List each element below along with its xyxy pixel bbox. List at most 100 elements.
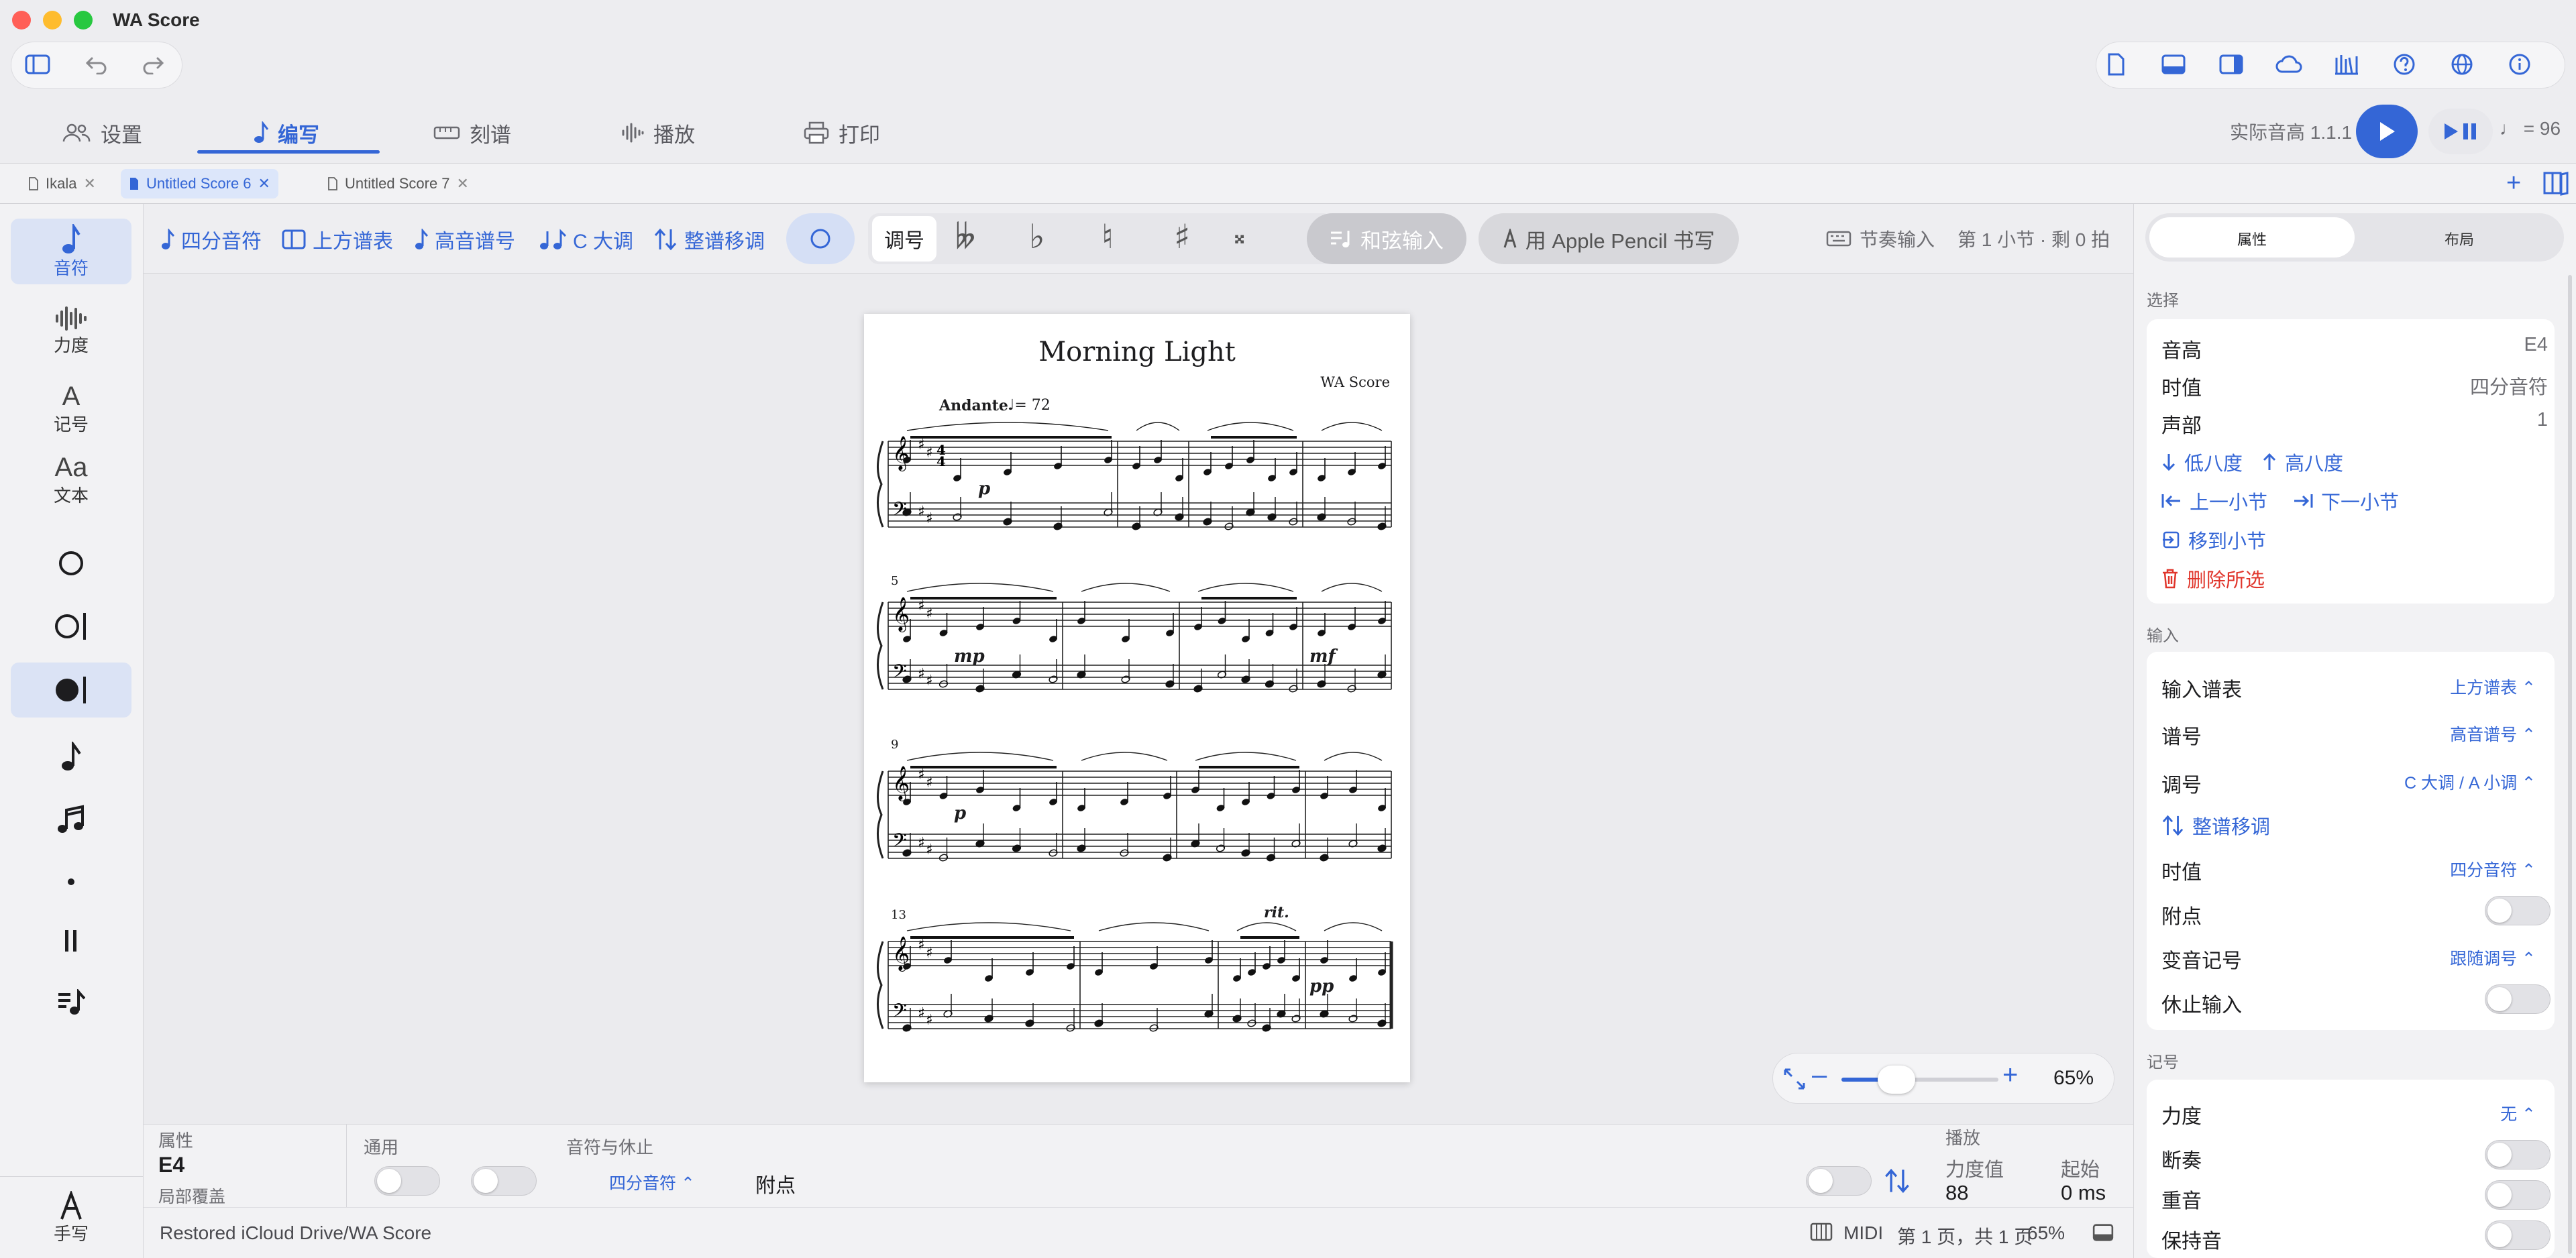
tool-notes[interactable]: 音符 <box>11 219 131 284</box>
slur <box>1324 922 1383 931</box>
zoom-out-icon[interactable]: – <box>1812 1060 1827 1090</box>
rhythm-input-toggle[interactable]: 节奏输入 <box>1826 225 1935 252</box>
play-button[interactable] <box>2356 105 2418 158</box>
transpose-score-button[interactable]: 整谱移调 <box>2161 811 2270 840</box>
document-icon[interactable] <box>2098 47 2133 82</box>
globe-icon[interactable] <box>2445 47 2479 82</box>
doc-tab-ikala[interactable]: Ikala ✕ <box>20 169 104 198</box>
previous-measure-button[interactable]: 上一小节 <box>2161 487 2267 515</box>
new-tab-icon[interactable]: + <box>2506 169 2521 198</box>
tab-print[interactable]: 打印 <box>804 114 880 152</box>
tenuto-toggle[interactable] <box>2485 1220 2551 1250</box>
right-panel-icon[interactable] <box>2214 47 2249 82</box>
key-selector[interactable]: C 大调 <box>539 223 633 256</box>
flat-icon[interactable]: ♭ <box>1029 217 1045 256</box>
doc-tab-untitled-7[interactable]: Untitled Score 7 ✕ <box>319 169 477 198</box>
start-value[interactable]: 0 ms <box>2061 1181 2106 1205</box>
rest-input-label: 休止输入 <box>2161 994 2242 1017</box>
dot-toggle[interactable] <box>2485 896 2551 925</box>
dot-label: 附点 <box>755 1175 796 1197</box>
duration-sixteenth-button[interactable] <box>11 793 131 846</box>
duration-quarter-button[interactable] <box>11 663 131 718</box>
tool-dynamics[interactable]: 力度 <box>11 298 131 363</box>
natural-icon[interactable]: ♮ <box>1102 217 1114 256</box>
clef-selector[interactable]: 高音谱号 <box>415 223 515 256</box>
playback-toggle[interactable] <box>1806 1166 1872 1196</box>
double-sharp-icon[interactable]: 𝄪 <box>1234 223 1244 249</box>
rest-input-toggle[interactable] <box>2485 984 2551 1014</box>
delete-selection-button[interactable]: 删除所选 <box>2161 565 2265 593</box>
tab-playback[interactable]: 播放 <box>621 114 695 152</box>
bottom-panel-icon[interactable] <box>2156 47 2191 82</box>
next-measure-button[interactable]: 下一小节 <box>2293 487 2399 515</box>
accent-toggle[interactable] <box>2485 1180 2551 1210</box>
note-input-circle-button[interactable] <box>786 213 855 264</box>
tool-text[interactable]: Aa 文本 <box>11 447 131 512</box>
dynamics-dropdown[interactable]: 无 ⌃ <box>2500 1101 2536 1125</box>
octave-down-button[interactable]: 低八度 <box>2161 448 2243 476</box>
clef-label: 谱号 <box>2161 726 2202 748</box>
key-signature-tab[interactable]: 调号 <box>872 216 936 262</box>
close-tab-icon[interactable]: ✕ <box>83 175 95 192</box>
tab-setup[interactable]: 设置 <box>62 114 142 152</box>
fit-page-icon[interactable] <box>1782 1067 1807 1091</box>
sidebar-toggle-icon[interactable] <box>20 47 55 82</box>
info-icon[interactable] <box>2502 47 2537 82</box>
accidental-dropdown[interactable]: 跟随调号 ⌃ <box>2450 946 2536 970</box>
library-icon[interactable] <box>2329 47 2364 82</box>
minimize-window-button[interactable] <box>43 11 62 30</box>
clef-dropdown[interactable]: 高音谱号 ⌃ <box>2450 722 2536 746</box>
midi-status[interactable]: MIDI <box>1843 1222 1883 1244</box>
zoom-value: 65% <box>2053 1067 2094 1089</box>
duration-half-button[interactable] <box>11 599 131 653</box>
go-to-measure-button[interactable]: 移到小节 <box>2161 526 2266 554</box>
double-flat-icon[interactable]: 𝄫 <box>955 217 975 257</box>
duration-eighth-button[interactable] <box>11 730 131 783</box>
book-icon[interactable] <box>2542 170 2569 196</box>
tab-layout[interactable]: 布局 <box>2355 228 2564 249</box>
tab-write[interactable]: 编写 <box>254 114 319 152</box>
arrows-up-down-icon[interactable] <box>1884 1167 1911 1194</box>
dot-button[interactable] <box>11 858 131 905</box>
close-tab-icon[interactable]: ✕ <box>457 175 469 192</box>
general-toggle-2[interactable] <box>471 1166 537 1196</box>
help-icon[interactable] <box>2387 47 2422 82</box>
key-dropdown[interactable]: C 大调 / A 小调 ⌃ <box>2404 770 2536 794</box>
apple-pencil-button[interactable]: 用 Apple Pencil 书写 <box>1479 213 1739 264</box>
zoom-window-button[interactable] <box>74 11 93 30</box>
play-pause-button[interactable] <box>2428 109 2493 154</box>
input-staff-dropdown[interactable]: 上方谱表 ⌃ <box>2450 675 2536 699</box>
tool-handwriting[interactable]: 手写 <box>11 1184 131 1251</box>
inspector-scrollbar[interactable] <box>2568 275 2572 1254</box>
chord-input-button[interactable]: 和弦输入 <box>1307 213 1466 264</box>
close-window-button[interactable] <box>12 11 31 30</box>
bottom-panel-icon[interactable] <box>2092 1224 2114 1241</box>
duration-whole-button[interactable] <box>11 536 131 590</box>
cloud-icon[interactable] <box>2271 47 2306 82</box>
octave-up-button[interactable]: 高八度 <box>2262 448 2343 476</box>
duration-selector[interactable]: 四分音符 <box>161 223 262 256</box>
tool-marks[interactable]: A 记号 <box>11 376 131 441</box>
zoom-slider-thumb[interactable] <box>1877 1066 1915 1094</box>
tab-properties[interactable]: 属性 <box>2145 228 2359 249</box>
zoom-in-icon[interactable]: + <box>2002 1060 2018 1090</box>
velocity-value[interactable]: 88 <box>1945 1181 1968 1205</box>
close-tab-icon[interactable]: ✕ <box>258 175 270 192</box>
general-toggle-1[interactable] <box>374 1166 440 1196</box>
tab-engrave[interactable]: 刻谱 <box>433 114 511 152</box>
doc-tab-untitled-6[interactable]: Untitled Score 6 ✕ <box>121 169 278 198</box>
accidental-group <box>868 213 1334 264</box>
pause-bar-button[interactable] <box>11 917 131 964</box>
rhythm-list-button[interactable] <box>11 979 131 1026</box>
undo-icon[interactable] <box>79 47 114 82</box>
transpose-button[interactable]: 整谱移调 <box>653 223 765 256</box>
score-page[interactable]: Morning Light WA Score Andante ♩= 72 5 9… <box>864 314 1410 1082</box>
sharp-icon[interactable]: ♯ <box>1174 217 1190 256</box>
duration-dropdown[interactable]: 四分音符 ⌃ <box>609 1170 695 1194</box>
redo-icon[interactable] <box>136 47 170 82</box>
staccato-toggle[interactable] <box>2485 1140 2551 1169</box>
staff-selector[interactable]: 上方谱表 <box>282 223 393 256</box>
input-duration-dropdown[interactable]: 四分音符 ⌃ <box>2450 857 2536 881</box>
list-note-icon <box>58 989 85 1015</box>
music-notation[interactable]: 𝄞𝄢♯♯♯♯44𝄞𝄢♯♯♯♯𝄞𝄢♯♯♯♯𝄞𝄢♯♯♯♯ <box>864 314 1410 1082</box>
